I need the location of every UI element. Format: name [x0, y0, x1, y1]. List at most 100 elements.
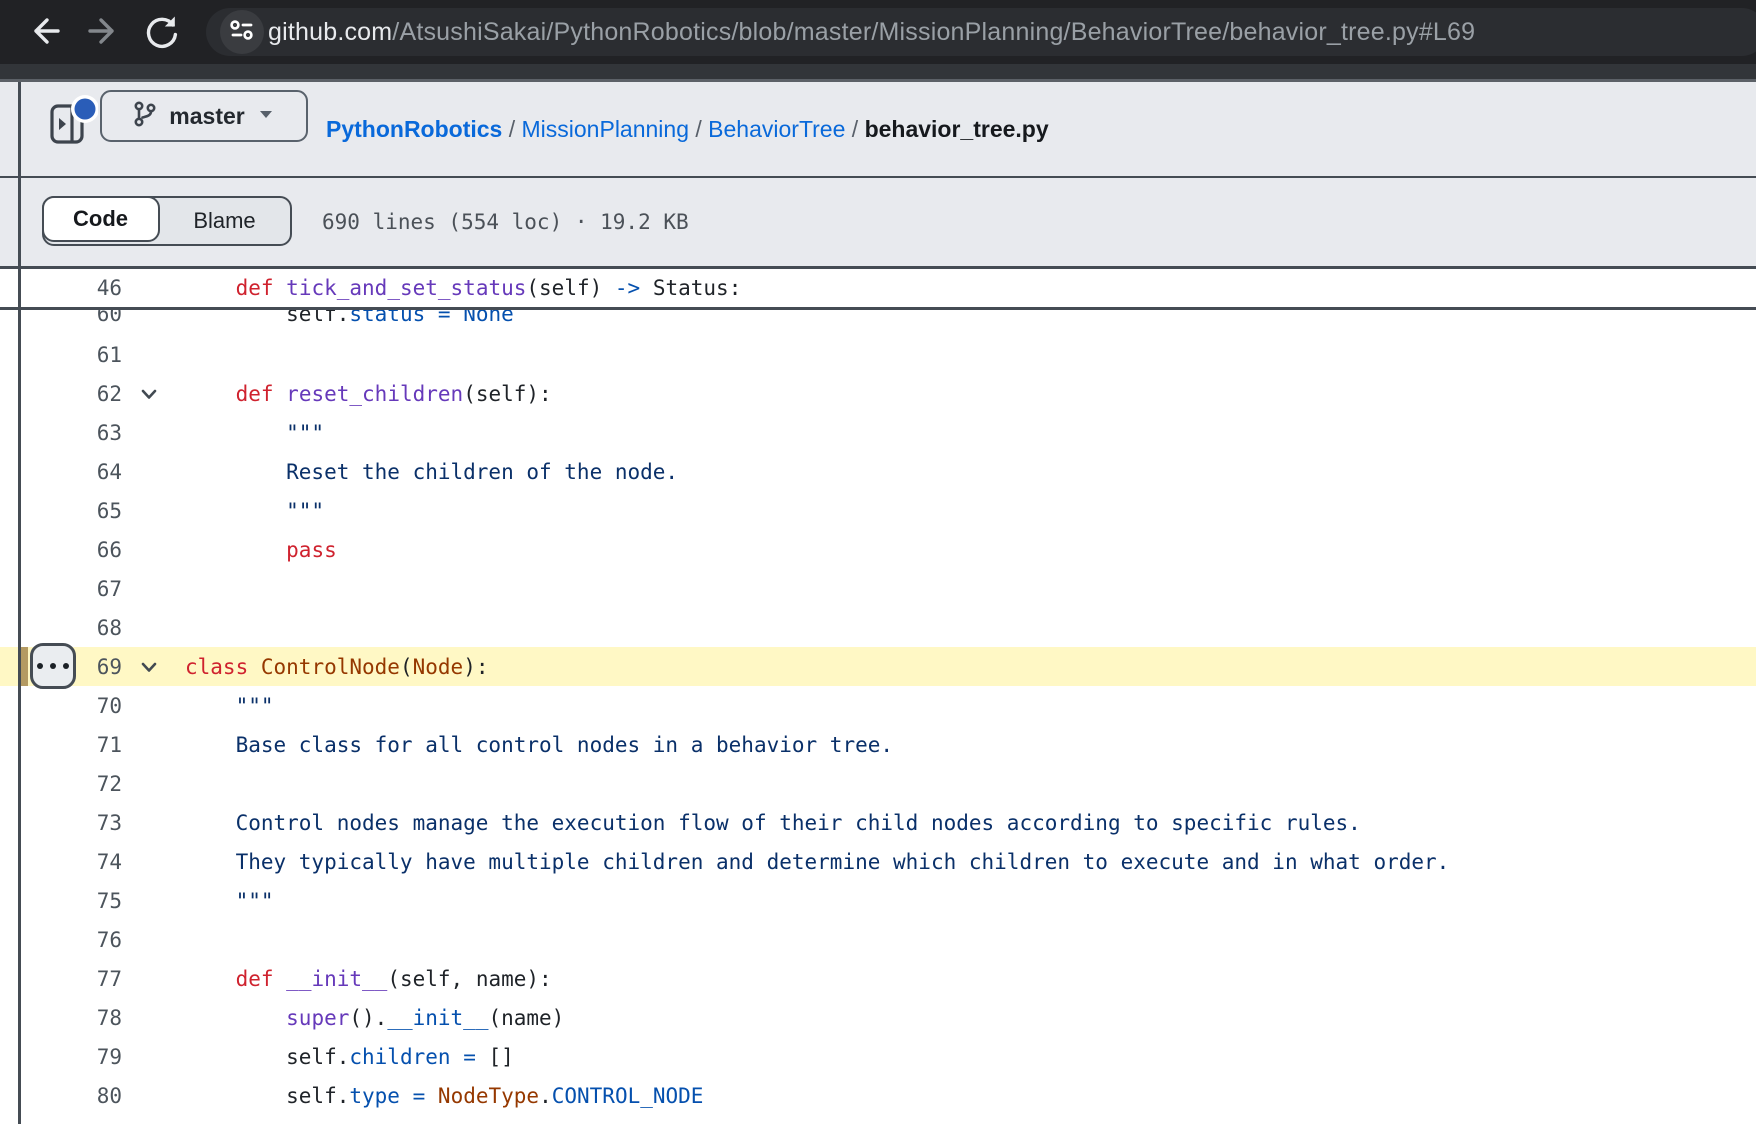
forward-button[interactable]	[84, 13, 124, 53]
code-row-68: 68	[0, 608, 1756, 647]
breadcrumb-item-missionplanning[interactable]: MissionPlanning	[522, 116, 689, 143]
code-row-77: 77 def __init__(self, name):	[0, 959, 1756, 998]
code-line-text: class ControlNode(Node):	[185, 647, 488, 686]
url-host: github.com	[268, 18, 392, 46]
code-token	[274, 276, 287, 300]
code-token	[425, 310, 438, 326]
code-token	[400, 1084, 413, 1108]
code-token: (self):	[463, 382, 552, 406]
code-line-text: """	[185, 881, 274, 920]
code-token: ):	[463, 655, 488, 679]
breadcrumb-item-behaviortree[interactable]: BehaviorTree	[708, 116, 845, 143]
code-token: (	[400, 655, 413, 679]
breadcrumb: PythonRobotics / MissionPlanning / Behav…	[326, 82, 1049, 176]
reload-icon	[142, 11, 182, 56]
code-row-73: 73 Control nodes manage the execution fl…	[0, 803, 1756, 842]
site-settings-icon	[228, 16, 256, 49]
code-token: """	[185, 889, 274, 913]
code-token: self.	[185, 1045, 349, 1069]
code-row-63: 63 """	[0, 413, 1756, 452]
code-line-text: pass	[185, 530, 337, 569]
code-row-61: 61	[0, 335, 1756, 374]
code-token: Base class for all control nodes in a be…	[185, 733, 893, 757]
notification-dot	[75, 99, 96, 120]
code-token: ->	[615, 276, 640, 300]
code-token: Reset the children of the node.	[185, 460, 678, 484]
code-row-67: 67	[0, 569, 1756, 608]
back-button[interactable]	[24, 13, 64, 53]
code-line-text: Base class for all control nodes in a be…	[185, 725, 893, 764]
code-token	[185, 276, 236, 300]
dot	[63, 663, 69, 669]
code-token: tick_and_set_status	[286, 276, 526, 300]
branch-name: master	[169, 103, 244, 130]
code-row-62: 62 def reset_children(self):	[0, 374, 1756, 413]
code-token	[248, 655, 261, 679]
code-line-text: """	[185, 413, 324, 452]
git-branch-icon	[133, 101, 157, 132]
code-token	[451, 1045, 464, 1069]
collapse-chevron-icon[interactable]	[136, 381, 162, 407]
reload-button[interactable]	[142, 13, 182, 53]
panel-left-border	[18, 82, 21, 1124]
address-bar[interactable]: github.com/AtsushiSakai/PythonRobotics/b…	[206, 8, 1756, 56]
code-row-64: 64 Reset the children of the node.	[0, 452, 1756, 491]
breadcrumb-separator: /	[502, 116, 521, 143]
branch-selector[interactable]: master	[100, 90, 308, 142]
code-row-65: 65 """	[0, 491, 1756, 530]
code-token: They typically have multiple children an…	[185, 850, 1449, 874]
collapse-chevron-icon[interactable]	[136, 654, 162, 680]
code-line-text: def __init__(self, name):	[185, 959, 552, 998]
code-token: __init__	[286, 967, 387, 991]
browser-toolbar: github.com/AtsushiSakai/PythonRobotics/b…	[0, 0, 1756, 64]
code-token: None	[463, 310, 514, 326]
line-menu-button[interactable]	[30, 643, 76, 689]
code-token: self.	[185, 1084, 349, 1108]
code-line-text: Control nodes manage the execution flow …	[185, 803, 1361, 842]
code-line-text: super().__init__(name)	[185, 998, 564, 1037]
breadcrumb-item-behavior_tree.py: behavior_tree.py	[865, 116, 1049, 143]
code-row-75: 75 """	[0, 881, 1756, 920]
code-token: NodeType	[438, 1084, 539, 1108]
code-token	[451, 310, 464, 326]
code-token: Status:	[640, 276, 741, 300]
code-token: reset_children	[286, 382, 463, 406]
code-token: pass	[286, 538, 337, 562]
code-line-text: def tick_and_set_status(self) -> Status:	[185, 269, 741, 307]
code-token	[425, 1084, 438, 1108]
file-meta: 690 lines (554 loc) · 19.2 KB	[322, 178, 689, 266]
code-rows: 6162 def reset_children(self):63 """64 R…	[0, 335, 1756, 1115]
dot	[50, 663, 56, 669]
expand-file-tree-button[interactable]	[46, 94, 98, 146]
tab-blame[interactable]: Blame	[160, 198, 290, 244]
breadcrumb-item-pythonrobotics[interactable]: PythonRobotics	[326, 116, 502, 143]
code-row-80: 80 self.type = NodeType.CONTROL_NODE	[0, 1076, 1756, 1115]
code-row-78: 78 super().__init__(name)	[0, 998, 1756, 1037]
code-row-74: 74 They typically have multiple children…	[0, 842, 1756, 881]
code-token: status	[349, 310, 425, 326]
code-token: .	[539, 1084, 552, 1108]
code-token: (self, name):	[387, 967, 551, 991]
back-arrow-icon	[25, 12, 63, 55]
code-token: =	[413, 1084, 426, 1108]
code-token: def	[236, 276, 274, 300]
code-token: __init__	[387, 1006, 488, 1030]
code-token: super	[286, 1006, 349, 1030]
code-token: def	[236, 967, 274, 991]
file-tree-icon	[46, 133, 98, 150]
code-blame-switcher: CodeBlame	[42, 196, 292, 246]
code-token: def	[236, 382, 274, 406]
site-settings-button[interactable]	[220, 10, 264, 54]
code-row: 60 self.status = None	[0, 310, 1756, 333]
code-token: """	[185, 421, 324, 445]
code-row-72: 72	[0, 764, 1756, 803]
code-token: =	[438, 310, 451, 326]
code-line-text: """	[185, 686, 274, 725]
code-token: (name)	[488, 1006, 564, 1030]
tab-code[interactable]: Code	[42, 196, 160, 242]
code-token: =	[463, 1045, 476, 1069]
code-token	[185, 1006, 286, 1030]
chevron-down-icon	[257, 107, 275, 126]
code-row-70: 70 """	[0, 686, 1756, 725]
code-token	[185, 967, 236, 991]
